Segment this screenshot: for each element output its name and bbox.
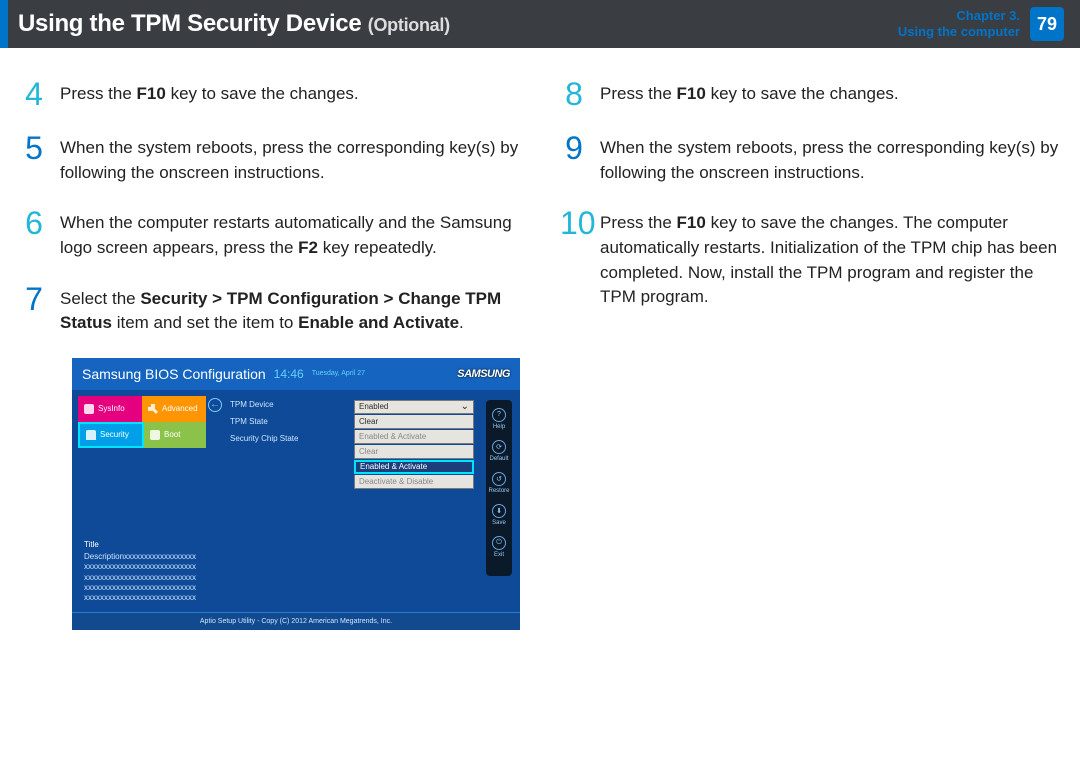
bios-main-panel: ← TPM Device TPM State Security Chip Sta… bbox=[210, 396, 514, 576]
dropdown-item[interactable]: Deactivate & Disable bbox=[354, 475, 474, 489]
step-text: When the computer restarts automatically… bbox=[60, 207, 520, 260]
step-text: When the system reboots, press the corre… bbox=[600, 132, 1060, 185]
bios-title: Samsung BIOS Configuration bbox=[82, 366, 266, 382]
tab-security[interactable]: Security bbox=[78, 422, 144, 448]
content-area: 4 Press the F10 key to save the changes.… bbox=[0, 48, 1080, 630]
bios-time: 14:46 bbox=[274, 367, 304, 381]
step-8: 8 Press the F10 key to save the changes. bbox=[560, 78, 1060, 110]
step-number: 10 bbox=[560, 207, 588, 310]
chevron-down-icon: ⌄ bbox=[461, 401, 469, 412]
side-label: Default bbox=[489, 456, 508, 462]
step-text: Press the F10 key to save the changes. T… bbox=[600, 207, 1060, 310]
tab-label: Boot bbox=[164, 430, 180, 439]
exit-icon[interactable]: ⏻ bbox=[492, 536, 506, 550]
step-5: 5 When the system reboots, press the cor… bbox=[20, 132, 520, 185]
tab-boot[interactable]: Boot bbox=[144, 422, 206, 448]
step-9: 9 When the system reboots, press the cor… bbox=[560, 132, 1060, 185]
tab-advanced[interactable]: Advanced bbox=[142, 396, 206, 422]
label-chip-state: Security Chip State bbox=[230, 434, 298, 443]
page-header: Using the TPM Security Device (Optional)… bbox=[0, 0, 1080, 48]
tab-sysinfo[interactable]: SysInfo bbox=[78, 396, 142, 422]
dropdown-item-selected[interactable]: Enabled & Activate bbox=[354, 460, 474, 474]
tab-label: SysInfo bbox=[98, 404, 125, 413]
step-4: 4 Press the F10 key to save the changes. bbox=[20, 78, 520, 110]
bios-side-toolbar: ? Help ⟳ Default ↺ Restore ⬇ Save ⏻ Exit bbox=[486, 400, 512, 576]
dropdown-item[interactable]: Enabled & Activate bbox=[354, 430, 474, 444]
tab-label: Security bbox=[100, 430, 129, 439]
step-text: Select the Security > TPM Configuration … bbox=[60, 283, 520, 336]
step-10: 10 Press the F10 key to save the changes… bbox=[560, 207, 1060, 310]
default-icon[interactable]: ⟳ bbox=[492, 440, 506, 454]
step-7: 7 Select the Security > TPM Configuratio… bbox=[20, 283, 520, 336]
title-main: Using the TPM Security Device bbox=[18, 10, 361, 37]
step-number: 7 bbox=[20, 283, 48, 336]
right-column: 8 Press the F10 key to save the changes.… bbox=[560, 78, 1060, 630]
home-icon bbox=[84, 404, 94, 414]
step-text: When the system reboots, press the corre… bbox=[60, 132, 520, 185]
label-tpm-state: TPM State bbox=[230, 417, 298, 426]
bios-screenshot: Samsung BIOS Configuration 14:46 Tuesday… bbox=[72, 358, 520, 630]
help-icon[interactable]: ? bbox=[492, 408, 506, 422]
desc-body: Descriptionxxxxxxxxxxxxxxxxxx xxxxxxxxxx… bbox=[84, 552, 196, 603]
desc-title: Title bbox=[84, 540, 196, 550]
bios-titlebar: Samsung BIOS Configuration 14:46 Tuesday… bbox=[72, 358, 520, 390]
restore-icon[interactable]: ↺ bbox=[492, 472, 506, 486]
step-6: 6 When the computer restarts automatical… bbox=[20, 207, 520, 260]
save-icon[interactable]: ⬇ bbox=[492, 504, 506, 518]
side-label: Exit bbox=[494, 552, 504, 558]
side-label: Restore bbox=[488, 488, 509, 494]
step-text: Press the F10 key to save the changes. bbox=[60, 78, 359, 110]
step-number: 8 bbox=[560, 78, 588, 110]
chapter-number: Chapter 3. bbox=[898, 8, 1020, 24]
step-text: Press the F10 key to save the changes. bbox=[600, 78, 899, 110]
lock-icon bbox=[86, 430, 96, 440]
wrench-icon bbox=[148, 404, 158, 414]
bios-description: Title Descriptionxxxxxxxxxxxxxxxxxx xxxx… bbox=[84, 540, 196, 604]
back-icon[interactable]: ← bbox=[208, 398, 222, 412]
step-number: 5 bbox=[20, 132, 48, 185]
side-label: Save bbox=[492, 520, 506, 526]
step-number: 9 bbox=[560, 132, 588, 185]
chapter-info: Chapter 3. Using the computer bbox=[898, 8, 1020, 39]
step-number: 6 bbox=[20, 207, 48, 260]
step-number: 4 bbox=[20, 78, 48, 110]
select-value: Enabled bbox=[359, 402, 388, 411]
left-column: 4 Press the F10 key to save the changes.… bbox=[20, 78, 520, 630]
title-subtitle: (Optional) bbox=[368, 15, 450, 35]
power-icon bbox=[150, 430, 160, 440]
field-values: Enabled ⌄ Clear Enabled & Activate Clear… bbox=[354, 400, 474, 576]
bios-footer: Aptio Setup Utility - Copy (C) 2012 Amer… bbox=[72, 612, 520, 630]
samsung-logo: SAMSUNG bbox=[457, 368, 510, 380]
side-label: Help bbox=[493, 424, 505, 430]
tab-label: Advanced bbox=[162, 404, 198, 413]
bios-date: Tuesday, April 27 bbox=[312, 370, 365, 377]
label-tpm-device: TPM Device bbox=[230, 400, 298, 409]
page-title: Using the TPM Security Device (Optional) bbox=[8, 10, 450, 38]
dropdown-item[interactable]: Clear bbox=[354, 415, 474, 429]
dropdown-item[interactable]: Clear bbox=[354, 445, 474, 459]
chapter-title: Using the computer bbox=[898, 24, 1020, 40]
tpm-device-select[interactable]: Enabled ⌄ bbox=[354, 400, 474, 414]
field-labels: TPM Device TPM State Security Chip State bbox=[230, 400, 298, 576]
page-number-badge: 79 bbox=[1030, 7, 1064, 41]
